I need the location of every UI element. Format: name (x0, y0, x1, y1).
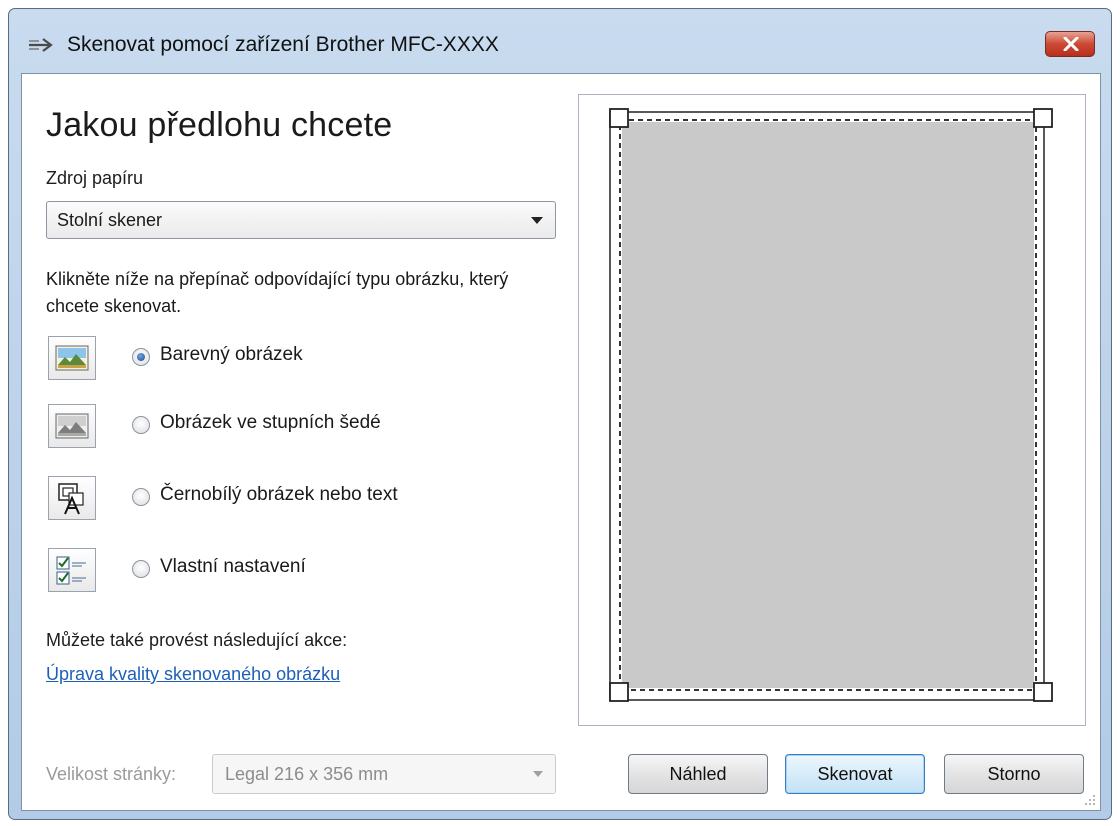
scan-button[interactable]: Skenovat (785, 754, 925, 794)
more-actions-label: Můžete také provést následující akce: (46, 630, 348, 650)
chevron-down-icon (533, 771, 543, 777)
black-white-text-icon-button[interactable] (48, 476, 96, 520)
window-title: Skenovat pomocí zařízení Brother MFC-XXX… (67, 33, 499, 56)
option-custom-label[interactable]: Vlastní nastavení (160, 556, 306, 578)
adjust-quality-link[interactable]: Úprava kvality skenovaného obrázku (46, 664, 340, 685)
close-icon (1063, 37, 1079, 51)
custom-settings-radio[interactable] (132, 560, 150, 578)
instructions-text: Klikněte níže na přepínač odpovídající t… (46, 269, 509, 316)
dialog-content: Jakou předlohu chcete Zdroj papíru Stoln… (21, 73, 1101, 811)
page-title: Jakou předlohu chcete (46, 106, 393, 144)
chevron-down-icon (531, 217, 543, 224)
preview-page (609, 108, 1053, 702)
preview-button[interactable]: Náhled (628, 754, 768, 794)
cancel-button[interactable]: Storno (944, 754, 1084, 794)
page-size-label: Velikost stránky: (46, 764, 177, 784)
color-photo-icon (55, 345, 89, 371)
paper-source-label: Zdroj papíru (46, 168, 144, 188)
color-photo-icon-button[interactable] (48, 336, 96, 380)
custom-settings-icon (56, 556, 86, 585)
option-grayscale-label[interactable]: Obrázek ve stupních šedé (160, 412, 381, 434)
custom-settings-icon-button[interactable] (48, 548, 96, 592)
scan-dialog-window: Skenovat pomocí zařízení Brother MFC-XXX… (8, 8, 1112, 820)
close-button[interactable] (1045, 31, 1095, 57)
color-photo-radio[interactable] (132, 348, 150, 366)
grayscale-photo-radio[interactable] (132, 416, 150, 434)
grayscale-photo-icon (55, 413, 89, 439)
scan-preview-area[interactable] (578, 94, 1086, 726)
option-color-photo-label[interactable]: Barevný obrázek (160, 344, 303, 366)
black-white-text-icon (58, 483, 84, 515)
title-bar[interactable]: Skenovat pomocí zařízení Brother MFC-XXX… (9, 9, 1111, 71)
scanner-arrow-icon (29, 38, 53, 52)
resize-grip-icon[interactable] (1084, 794, 1096, 806)
paper-source-select[interactable]: Stolní skener (46, 201, 556, 239)
grayscale-photo-icon-button[interactable] (48, 404, 96, 448)
black-white-radio[interactable] (132, 488, 150, 506)
paper-source-value: Stolní skener (57, 210, 163, 230)
page-size-select[interactable]: Legal 216 x 356 mm (212, 754, 556, 794)
option-black-white-label[interactable]: Černobílý obrázek nebo text (160, 484, 398, 506)
page-size-value: Legal 216 x 356 mm (225, 764, 389, 784)
